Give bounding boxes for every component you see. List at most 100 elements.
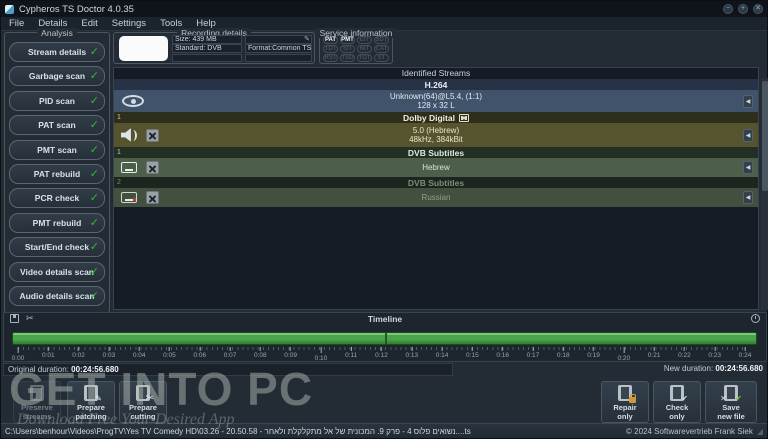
tick-label: 0:20 <box>617 354 631 362</box>
timeline-tick: 0:01 <box>42 347 55 359</box>
audio-stream-header: 1 Dolby Digital <box>114 112 758 123</box>
tick-label: 0:21 <box>647 351 661 359</box>
table-badge: TOT <box>357 54 372 62</box>
timeline-tick: 0:14 <box>436 347 448 359</box>
subtitle2-stream-row[interactable]: Russian ◀ <box>114 188 758 207</box>
scrollbar-thumb[interactable] <box>762 81 768 191</box>
tick-label: 0:01 <box>41 351 55 359</box>
table-badge: EIT <box>357 36 372 44</box>
analysis-button[interactable]: Start/End check ✓ <box>9 237 105 258</box>
timeline-tick: 0:05 <box>163 347 176 359</box>
film-scissors-icon: ✂ <box>136 385 154 404</box>
minimize-button[interactable]: − <box>723 4 733 14</box>
title-bar: Cypheros TS Doctor 4.0.35 − + ✕ <box>1 1 767 17</box>
prepare-cutting-button[interactable]: ✂ Prepare cutting <box>119 381 167 423</box>
scissors-icon[interactable]: ✂ <box>26 314 34 323</box>
check-icon: ✓ <box>89 265 99 278</box>
edit-pencil-icon[interactable]: ✎ <box>304 36 310 43</box>
analysis-button[interactable]: Garbage scan ✓ <box>9 66 105 87</box>
timeline-tick: 0:12 <box>375 347 388 359</box>
menu-item[interactable]: Settings <box>112 18 146 29</box>
table-badge: NIT <box>357 45 372 53</box>
analysis-button[interactable]: Audio details scan ✓ <box>9 285 105 306</box>
collapse-arrow-button[interactable]: ◀ <box>743 94 753 108</box>
analysis-panel: Analysis Stream details ✓ Garbage scan ✓… <box>4 28 110 313</box>
tick-label: 0:03 <box>102 351 116 359</box>
analysis-button[interactable]: Video details scan ✓ <box>9 261 105 282</box>
collapse-arrow-button[interactable]: ◀ <box>743 191 753 204</box>
subtitle1-stream-header: 1 DVB Subtitles <box>114 147 758 158</box>
stream-index: 2 <box>117 179 121 186</box>
tick-label: 0:13 <box>405 351 419 359</box>
timeline-track[interactable] <box>12 332 757 345</box>
timeline-tick: 0:10 <box>315 347 327 362</box>
collapse-arrow-button[interactable]: ◀ <box>743 161 753 174</box>
table-badge: ST <box>374 54 389 62</box>
analysis-button-label: PCR check <box>34 193 80 204</box>
audio-stream-row[interactable]: 5.0 (Hebrew) 48kHz, 384kBit ◀ <box>114 123 758 147</box>
timeline-tick: 0:03 <box>102 347 116 359</box>
analysis-button[interactable]: PAT rebuild ✓ <box>9 163 105 184</box>
table-badge: SDT <box>374 36 389 44</box>
analysis-button[interactable]: Stream details ✓ <box>9 42 105 62</box>
tick-label: 0:06 <box>193 351 207 359</box>
size-field: Size: 439 MB <box>172 35 242 44</box>
table-badge: PAT <box>323 36 338 44</box>
timeline-panel: ✂ Timeline 0:00 0:01 0:02 0:03 0:04 0:05… <box>3 312 767 362</box>
analysis-title: Analysis <box>37 28 77 38</box>
window-title: Cypheros TS Doctor 4.0.35 <box>19 3 134 15</box>
film-pencil-icon: ✎ <box>84 385 102 403</box>
analysis-button[interactable]: PAT scan ✓ <box>9 115 105 136</box>
subtitle1-stream-row[interactable]: Hebrew ◀ <box>114 158 758 177</box>
save-new-file-button[interactable]: ✕ ✔ Save new file <box>705 381 757 423</box>
preview-thumbnail[interactable] <box>119 36 168 61</box>
film-check-icon: ✔ <box>670 385 688 403</box>
clock-icon[interactable] <box>751 314 760 323</box>
identified-streams-panel: Identified Streams H.264 Unknown(64)@L5.… <box>113 67 768 310</box>
service-name-field: ✎ <box>245 35 312 44</box>
analysis-button-label: PAT rebuild <box>33 168 81 179</box>
analysis-button-label: Start/End check <box>24 242 90 253</box>
analysis-button-label: PMT rebuild <box>32 217 82 228</box>
timeline-tick: 0:11 <box>345 347 357 359</box>
timeline-tick: 0:21 <box>647 347 661 359</box>
analysis-button-label: PAT scan <box>38 120 76 131</box>
prepare-patching-button[interactable]: ✎ Prepare patching <box>67 381 115 423</box>
tick-label: 0:09 <box>284 351 297 359</box>
identified-streams-title: Identified Streams <box>401 68 471 78</box>
timeline-ruler: 0:00 0:01 0:02 0:03 0:04 0:05 0:06 0:07 … <box>12 347 751 362</box>
analysis-button[interactable]: PCR check ✓ <box>9 188 105 209</box>
streams-scrollbar[interactable] <box>761 78 768 310</box>
video-stream-row[interactable]: Unknown(64)@L5.4, (1:1) 128 x 32 L ◀ <box>114 90 758 112</box>
table-badge: CAT <box>374 45 389 53</box>
tick-label: 0:24 <box>738 351 752 359</box>
analysis-button[interactable]: PMT rebuild ✓ <box>9 212 105 233</box>
copyright-text: © 2024 Softwarevertrieb Frank Siek <box>626 426 753 436</box>
timeline-title: Timeline <box>367 314 403 324</box>
close-button[interactable]: ✕ <box>753 4 763 14</box>
snap-tool-icon[interactable] <box>10 314 19 323</box>
timeline-marker[interactable] <box>384 333 387 344</box>
tick-label: 0:23 <box>708 351 722 359</box>
preserve-streams-button: Preserve streams <box>13 381 61 423</box>
new-duration: New duration: 00:24:56.680 <box>663 364 763 373</box>
maximize-button[interactable]: + <box>738 4 748 14</box>
menu-item[interactable]: Edit <box>81 18 97 29</box>
menu-item[interactable]: File <box>9 18 24 29</box>
analysis-button[interactable]: PMT scan ✓ <box>9 139 105 160</box>
audio-stream-info: 5.0 (Hebrew) <box>412 126 460 135</box>
repair-only-button[interactable]: Repair only <box>601 381 649 423</box>
standard-field: Standard: DVB <box>172 44 242 53</box>
timeline-tick: 0:17 <box>526 347 540 359</box>
analysis-button-label: Stream details <box>27 47 87 57</box>
tick-label: 0:17 <box>526 351 540 359</box>
resize-grip[interactable]: ◢ <box>757 427 763 436</box>
analysis-button[interactable]: PID scan ✓ <box>9 90 105 111</box>
check-only-button[interactable]: ✔ Check only <box>653 381 701 423</box>
analysis-button-label: Video details scan <box>19 266 94 277</box>
service-info-panel: Service information PAT PMT EIT SDT TDT SIT NI… <box>315 28 397 64</box>
collapse-arrow-button[interactable]: ◀ <box>743 128 753 142</box>
table-badge: PMT <box>340 36 355 44</box>
check-icon: ✓ <box>89 289 99 302</box>
stream-index: 1 <box>117 149 121 156</box>
